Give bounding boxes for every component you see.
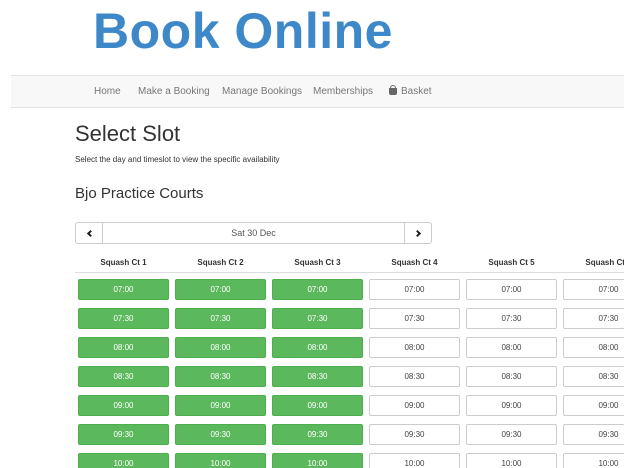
- timeslot-button[interactable]: 10:00: [369, 453, 460, 468]
- timeslot-button[interactable]: 08:30: [563, 366, 624, 387]
- timeslot-button[interactable]: 07:00: [563, 279, 624, 300]
- nav-memberships[interactable]: Memberships: [313, 76, 373, 107]
- timeslot-button[interactable]: 09:00: [78, 395, 169, 416]
- court-column: Squash Ct 5 07:00 07:30 08:00 08:30 09:00 09:3…: [466, 257, 557, 468]
- nav-basket[interactable]: Basket: [389, 76, 432, 107]
- timeslot-button[interactable]: 07:00: [175, 279, 266, 300]
- nav-make-booking[interactable]: Make a Booking: [138, 76, 210, 107]
- basket-icon: [389, 85, 397, 95]
- chevron-left-icon: [86, 229, 94, 237]
- header-divider: [75, 272, 624, 273]
- nav-basket-label: Basket: [401, 86, 432, 97]
- timeslot-button[interactable]: 09:30: [369, 424, 460, 445]
- court-column: Squash Ct 1 07:00 07:30 08:00 08:30 09:00 09:3…: [78, 257, 169, 468]
- page-subtitle: Select the day and timeslot to view the …: [75, 155, 280, 164]
- main-navbar: Home Make a Booking Manage Bookings Members…: [11, 75, 624, 108]
- timeslot-button[interactable]: 09:00: [175, 395, 266, 416]
- court-header: Squash Ct 2: [197, 258, 244, 267]
- timeslot-button[interactable]: 10:00: [175, 453, 266, 468]
- timeslot-button[interactable]: 09:00: [369, 395, 460, 416]
- timeslot-button[interactable]: 09:30: [466, 424, 557, 445]
- timeslot-button[interactable]: 07:00: [272, 279, 363, 300]
- timeslot-button[interactable]: 08:00: [78, 337, 169, 358]
- venue-title: Bjo Practice Courts: [75, 185, 204, 202]
- timeslot-button[interactable]: 07:30: [369, 308, 460, 329]
- prev-day-button[interactable]: [76, 223, 103, 243]
- timeslot-button[interactable]: 09:00: [563, 395, 624, 416]
- nav-home[interactable]: Home: [94, 76, 121, 107]
- timeslot-button[interactable]: 07:30: [175, 308, 266, 329]
- nav-manage-bookings[interactable]: Manage Bookings: [222, 76, 302, 107]
- date-navigator: Sat 30 Dec: [75, 222, 432, 244]
- timeslot-button[interactable]: 10:00: [272, 453, 363, 468]
- timeslot-button[interactable]: 08:00: [466, 337, 557, 358]
- site-brand-title: Book Online: [93, 3, 393, 59]
- timeslot-button[interactable]: 09:30: [272, 424, 363, 445]
- timeslot-button[interactable]: 08:30: [175, 366, 266, 387]
- timeslot-button[interactable]: 09:00: [272, 395, 363, 416]
- timeslot-button[interactable]: 08:30: [369, 366, 460, 387]
- court-header: Squash Ct 1: [100, 258, 147, 267]
- timeslot-button[interactable]: 08:00: [272, 337, 363, 358]
- timeslot-button[interactable]: 09:30: [563, 424, 624, 445]
- slot-grid: Squash Ct 1 07:00 07:30 08:00 08:30 09:00 09:3…: [75, 257, 624, 468]
- court-header: Squash Ct 5: [488, 258, 535, 267]
- chevron-right-icon: [413, 229, 421, 237]
- page-title: Select Slot: [75, 121, 181, 146]
- timeslot-button[interactable]: 09:30: [175, 424, 266, 445]
- timeslot-button[interactable]: 10:00: [466, 453, 557, 468]
- timeslot-button[interactable]: 09:30: [78, 424, 169, 445]
- court-header: Squash Ct 4: [391, 258, 438, 267]
- court-column: Squash Ct 4 07:00 07:30 08:00 08:30 09:00 09:3…: [369, 257, 460, 468]
- court-header: Squash Ct 3: [294, 258, 341, 267]
- timeslot-button[interactable]: 08:00: [369, 337, 460, 358]
- timeslot-button[interactable]: 10:00: [563, 453, 624, 468]
- timeslot-button[interactable]: 10:00: [78, 453, 169, 468]
- timeslot-button[interactable]: 07:00: [78, 279, 169, 300]
- timeslot-button[interactable]: 08:30: [78, 366, 169, 387]
- timeslot-button[interactable]: 07:00: [466, 279, 557, 300]
- next-day-button[interactable]: [404, 223, 431, 243]
- timeslot-button[interactable]: 07:30: [563, 308, 624, 329]
- timeslot-button[interactable]: 08:30: [272, 366, 363, 387]
- timeslot-button[interactable]: 07:30: [466, 308, 557, 329]
- timeslot-button[interactable]: 08:00: [563, 337, 624, 358]
- timeslot-button[interactable]: 08:00: [175, 337, 266, 358]
- timeslot-button[interactable]: 09:00: [466, 395, 557, 416]
- court-header: Squash Ct 6: [585, 258, 624, 267]
- court-column: Squash Ct 6 07:00 07:30 08:00 08:30 09:00 09:3…: [563, 257, 624, 468]
- timeslot-button[interactable]: 08:30: [466, 366, 557, 387]
- timeslot-button[interactable]: 07:30: [272, 308, 363, 329]
- court-column: Squash Ct 2 07:00 07:30 08:00 08:30 09:00 09:3…: [175, 257, 266, 468]
- timeslot-button[interactable]: 07:30: [78, 308, 169, 329]
- selected-date: Sat 30 Dec: [231, 228, 276, 238]
- court-column: Squash Ct 3 07:00 07:30 08:00 08:30 09:00 09:3…: [272, 257, 363, 468]
- timeslot-button[interactable]: 07:00: [369, 279, 460, 300]
